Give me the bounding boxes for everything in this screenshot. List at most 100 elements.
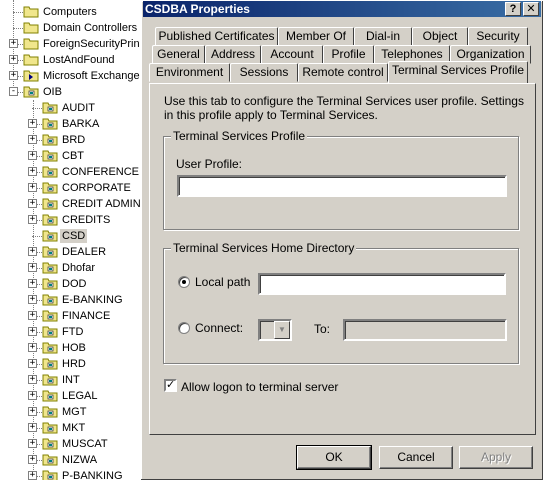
tree-item-label[interactable]: MUSCAT	[60, 437, 110, 451]
tree-item[interactable]: AUDIT	[0, 100, 143, 116]
expand-icon[interactable]: +	[28, 359, 37, 368]
tree-item-label[interactable]: Dhofar	[60, 261, 97, 275]
tree-item[interactable]: Domain Controllers	[0, 20, 143, 36]
tree-item[interactable]: + HOB	[0, 340, 143, 356]
expand-icon[interactable]: +	[28, 391, 37, 400]
tree-item-label[interactable]: CSD	[60, 229, 88, 243]
tree-item[interactable]: + MKT	[0, 420, 143, 436]
ok-button[interactable]: OK	[296, 445, 372, 470]
cancel-button[interactable]: Cancel	[379, 446, 453, 469]
allow-logon-checkbox[interactable]: ✓	[164, 379, 177, 392]
tree-item[interactable]: + INT	[0, 372, 143, 388]
tree-item-label[interactable]: P-BANKING	[60, 469, 125, 480]
expand-icon[interactable]: +	[28, 471, 37, 480]
expand-icon[interactable]: +	[9, 71, 18, 80]
tab-environment[interactable]: Environment	[149, 63, 230, 82]
to-path-input[interactable]	[343, 319, 507, 341]
tree-item-label[interactable]: ForeignSecurityPrin	[41, 37, 142, 51]
apply-button[interactable]: Apply	[459, 446, 533, 469]
tree-item-label[interactable]: CBT	[60, 149, 86, 163]
local-path-input[interactable]	[258, 273, 506, 295]
tree-item-label[interactable]: Domain Controllers	[41, 21, 139, 35]
expand-icon[interactable]: +	[9, 55, 18, 64]
expand-icon[interactable]: +	[28, 263, 37, 272]
expand-icon[interactable]: +	[28, 151, 37, 160]
tree-item[interactable]: + HRD	[0, 356, 143, 372]
expand-icon[interactable]: +	[28, 247, 37, 256]
tree-item[interactable]: + MUSCAT	[0, 436, 143, 452]
tree-item-label[interactable]: CONFERENCE R	[60, 165, 143, 179]
tab-dial-in[interactable]: Dial-in	[354, 27, 412, 46]
tab-published-certificates[interactable]: Published Certificates	[155, 27, 278, 46]
user-profile-input[interactable]	[177, 175, 507, 197]
tab-sessions[interactable]: Sessions	[230, 63, 298, 82]
tree-item[interactable]: + E-BANKING	[0, 292, 143, 308]
tree-item-label[interactable]: Computers	[41, 5, 99, 19]
tree-item[interactable]: + Microsoft Exchange	[0, 68, 143, 84]
tree-item[interactable]: + CONFERENCE R	[0, 164, 143, 180]
chevron-down-icon[interactable]: ▼	[274, 321, 290, 339]
expand-icon[interactable]: +	[28, 135, 37, 144]
tab-address[interactable]: Address	[205, 45, 261, 64]
tree-item-label[interactable]: Microsoft Exchange	[41, 69, 142, 83]
tab-account[interactable]: Account	[261, 45, 323, 64]
tree-item-label[interactable]: INT	[60, 373, 82, 387]
tab-general[interactable]: General	[152, 45, 205, 64]
tree-item[interactable]: + ForeignSecurityPrin	[0, 36, 143, 52]
tree-item[interactable]: + P-BANKING	[0, 468, 143, 480]
tree-item-label[interactable]: CREDITS	[60, 213, 112, 227]
tree-item-label[interactable]: MKT	[60, 421, 87, 435]
local-path-radio[interactable]	[178, 276, 190, 288]
tab-terminal-services-profile[interactable]: Terminal Services Profile	[388, 61, 528, 83]
expand-icon[interactable]: +	[28, 439, 37, 448]
expand-icon[interactable]: +	[28, 199, 37, 208]
expand-icon[interactable]: +	[28, 407, 37, 416]
expand-icon[interactable]: +	[28, 183, 37, 192]
drive-letter-combo[interactable]: ▼	[258, 319, 292, 341]
tree-item[interactable]: + FTD	[0, 324, 143, 340]
expand-icon[interactable]: +	[9, 39, 18, 48]
tree-item[interactable]: + BARKA	[0, 116, 143, 132]
tree-pane[interactable]: Computers Domain Controllers + ForeignSecur…	[0, 0, 143, 480]
help-button[interactable]: ?	[505, 2, 521, 16]
tree-item-label[interactable]: BRD	[60, 133, 87, 147]
tab-remote-control[interactable]: Remote control	[298, 63, 388, 82]
tree-item-label[interactable]: CORPORATE	[60, 181, 133, 195]
tree-item[interactable]: + MGT	[0, 404, 143, 420]
expand-icon[interactable]: +	[28, 279, 37, 288]
tree-item-label[interactable]: E-BANKING	[60, 293, 125, 307]
collapse-icon[interactable]: -	[9, 87, 18, 96]
tree-item[interactable]: - OIB	[0, 84, 143, 100]
expand-icon[interactable]: +	[28, 311, 37, 320]
tree-item-label[interactable]: FINANCE	[60, 309, 112, 323]
tree-item[interactable]: + BRD	[0, 132, 143, 148]
tab-security[interactable]: Security	[468, 27, 528, 46]
tree-item-label[interactable]: DOD	[60, 277, 88, 291]
tree-item[interactable]: + Dhofar	[0, 260, 143, 276]
expand-icon[interactable]: +	[28, 167, 37, 176]
tree-item-label[interactable]: OIB	[41, 85, 64, 99]
close-button[interactable]: ✕	[523, 2, 539, 16]
expand-icon[interactable]: +	[28, 119, 37, 128]
tree-item-label[interactable]: FTD	[60, 325, 85, 339]
tree-item-label[interactable]: LEGAL	[60, 389, 99, 403]
tree-item-label[interactable]: CREDIT ADMIN	[60, 197, 143, 211]
expand-icon[interactable]: +	[28, 295, 37, 304]
tree-item[interactable]: + CREDIT ADMIN	[0, 196, 143, 212]
tree-item[interactable]: Computers	[0, 4, 143, 20]
tree-item[interactable]: + FINANCE	[0, 308, 143, 324]
connect-radio[interactable]	[178, 322, 190, 334]
title-bar[interactable]: CSDBA Properties	[143, 1, 541, 17]
expand-icon[interactable]: +	[28, 343, 37, 352]
expand-icon[interactable]: +	[28, 215, 37, 224]
tree-item-label[interactable]: AUDIT	[60, 101, 97, 115]
tab-profile[interactable]: Profile	[323, 45, 374, 64]
tree-item[interactable]: + LEGAL	[0, 388, 143, 404]
expand-icon[interactable]: +	[28, 327, 37, 336]
tree-item[interactable]: + CBT	[0, 148, 143, 164]
tree-item-label[interactable]: HRD	[60, 357, 88, 371]
tree-item[interactable]: + CORPORATE	[0, 180, 143, 196]
tree-item[interactable]: + NIZWA	[0, 452, 143, 468]
tree-item[interactable]: + DOD	[0, 276, 143, 292]
tab-member-of[interactable]: Member Of	[278, 27, 354, 46]
